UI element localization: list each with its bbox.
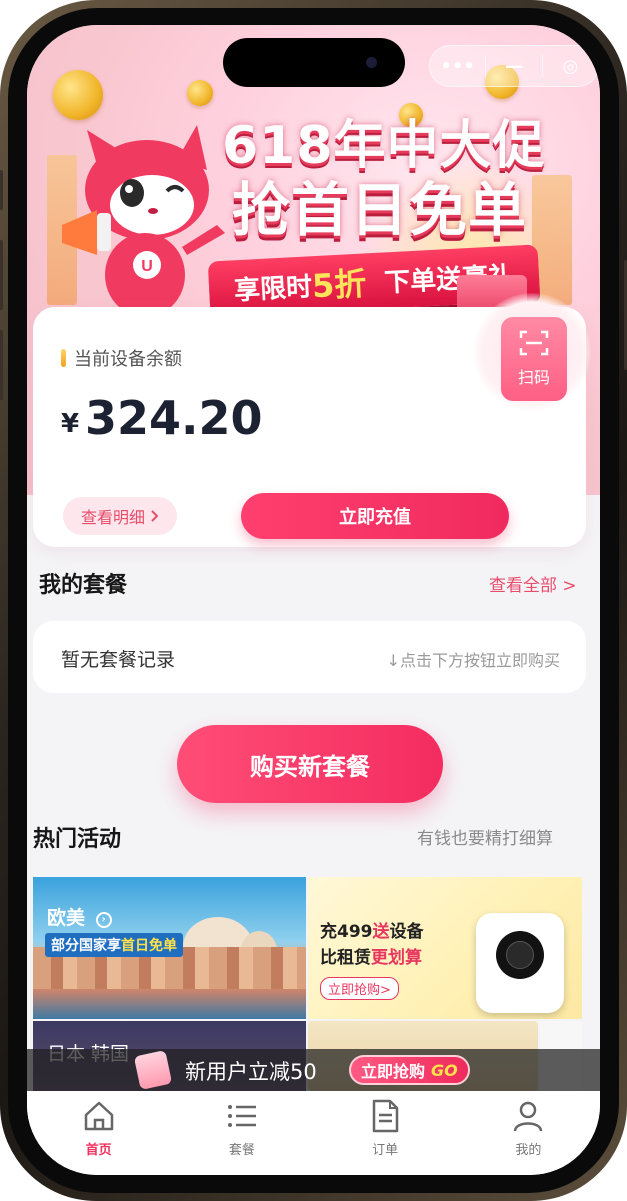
ribbon-highlight: 5折 [311,264,368,306]
coupon-tag-icon [133,1050,173,1090]
currency-symbol: ¥ [61,409,80,439]
buy-hint-text: ↓点击下方按钮立即购买 [386,651,560,670]
coin-icon [187,80,213,106]
dynamic-island [223,38,405,87]
bottom-tab-bar: 首页 套餐 订单 我的 [27,1091,600,1175]
cat-mascot-icon: U [62,125,225,317]
my-packages-title: 我的套餐 [39,573,128,598]
buy-package-button[interactable]: 购买新套餐 [177,725,443,803]
device-offer-line2: 比租赁更划算 [320,948,422,968]
volume-down-button [0,330,3,400]
view-details-label: 查看明细 [80,508,145,527]
tab-profile-label: 我的 [515,1143,542,1158]
balance-amount: 324.20 [85,391,263,445]
activity-tagline: 部分国家享首日免单 [45,933,183,957]
wifi-device-image [476,913,564,1013]
device-display-inner [506,941,534,969]
tab-orders[interactable]: 订单 [314,1091,457,1175]
promo-buy-button[interactable]: 立即抢购 GO [349,1055,470,1085]
svg-text:U: U [141,258,153,275]
label-accent-bar [61,349,66,367]
ribbon-text-pre: 享限时 [233,271,313,306]
tab-home[interactable]: 首页 [27,1091,170,1175]
banner-subtitle: 抢首日免单 [232,176,528,244]
view-details-button[interactable]: 查看明细 [63,497,177,535]
activity-region: 欧美 › [47,903,112,930]
empty-package-text: 暂无套餐记录 [61,649,176,671]
balance-label-text: 当前设备余额 [74,349,182,370]
mini-program-capsule: ••• — ◎ [429,45,599,87]
home-icon [84,1101,113,1131]
coin-icon [53,70,103,120]
scan-icon [519,330,549,356]
chevron-right-icon [151,510,159,522]
device-offer-cta[interactable]: 立即抢购> [320,977,399,1000]
balance-label: 当前设备余额 [61,345,182,371]
new-user-promo-bar[interactable]: 新用户立减50 立即抢购 GO [27,1049,600,1091]
phone-frame: U 618年中大促 抢首日免单 享限时 5折 下单送豪礼 ••• — ◎ 当前设… [0,0,627,1201]
camera-icon [366,57,377,68]
promo-button-label: 立即抢购 [361,1062,426,1081]
balance-card: 当前设备余额 ¥ 324.20 扫码 查看明细 立即充值 [33,293,591,547]
arrow-circle-icon: › [95,912,112,928]
mute-switch [0,170,3,210]
hot-activities-subtitle: 有钱也要精打细算 [417,829,553,849]
tab-packages-label: 套餐 [228,1143,255,1158]
user-icon [514,1101,543,1132]
scan-label: 扫码 [517,368,550,387]
list-icon [227,1105,256,1127]
tab-home-label: 首页 [85,1143,112,1158]
app-screen: U 618年中大促 抢首日免单 享限时 5折 下单送豪礼 ••• — ◎ 当前设… [27,25,600,1175]
tab-packages[interactable]: 套餐 [170,1091,313,1175]
volume-up-button [0,240,3,310]
tab-profile[interactable]: 我的 [457,1091,600,1175]
tab-orders-label: 订单 [372,1143,399,1158]
promo-text: 新用户立减50 [185,1060,317,1084]
promo-go-label: GO [431,1060,458,1080]
activity-card-europe[interactable]: 欧美 › 部分国家享首日免单 [33,877,306,1019]
view-all-link[interactable]: 查看全部 > [489,571,577,596]
more-menu-icon[interactable]: ••• [430,56,485,77]
close-icon[interactable]: ◎ [543,56,598,77]
device-offer-line1: 充499送设备 [320,922,424,942]
recharge-button[interactable]: 立即充值 [241,493,509,539]
scan-button[interactable]: 扫码 [501,317,567,401]
minimize-icon[interactable]: — [486,56,541,77]
document-icon [372,1099,399,1133]
activity-card-device[interactable]: 充499送设备 比租赁更划算 立即抢购> [308,877,582,1019]
package-empty-card: 暂无套餐记录 ↓点击下方按钮立即购买 [33,621,586,693]
hot-activities-title: 热门活动 [33,827,122,852]
